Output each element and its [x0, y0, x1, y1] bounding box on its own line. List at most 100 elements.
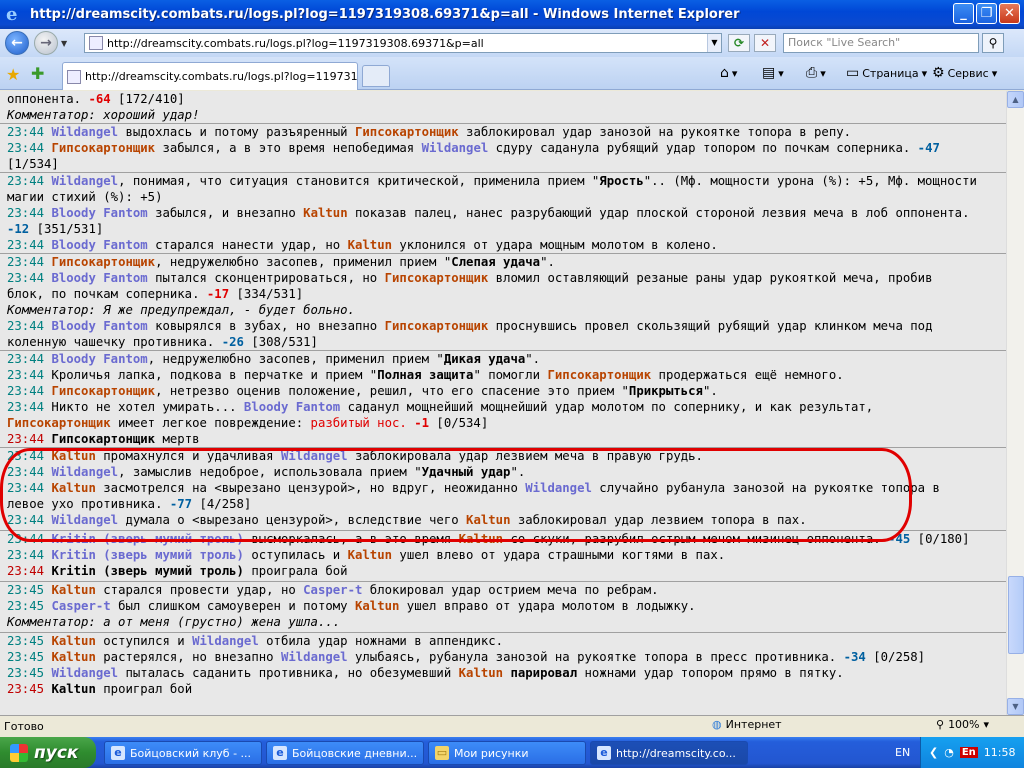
zoom-control[interactable]: ⚲ 100% ▾ [936, 718, 989, 731]
stop-icon: ✕ [759, 36, 771, 50]
new-tab-button[interactable] [362, 65, 390, 87]
fighter-name[interactable]: Kritin (зверь мумий троль) [51, 548, 244, 562]
fighter-name[interactable]: Kaltun [51, 682, 95, 696]
fighter-name[interactable]: Wildangel [51, 465, 118, 479]
scroll-thumb[interactable] [1008, 576, 1024, 654]
tray-arrow-icon[interactable]: ❮ [929, 746, 938, 759]
print-button[interactable]: ⎙ ▾ [806, 65, 826, 81]
scroll-down-button[interactable]: ▼ [1007, 698, 1024, 715]
printer-icon: ⎙ [806, 65, 818, 81]
fighter-name[interactable]: Wildangel [51, 666, 118, 680]
url-field[interactable]: http://dreamscity.combats.ru/logs.pl?log… [84, 33, 722, 53]
fighter-name[interactable]: Wildangel [192, 634, 259, 648]
taskbar-item-active[interactable]: e http://dreamscity.co... [590, 741, 748, 765]
damage-value: -1 [406, 416, 430, 430]
fighter-name[interactable]: Kaltun [348, 548, 392, 562]
log-text: ". [525, 352, 541, 366]
fighter-name[interactable]: Casper-t [51, 599, 110, 613]
fighter-name[interactable]: Гипсокартонщик [51, 432, 155, 446]
log-time: 23:45 [7, 650, 45, 664]
fighter-name[interactable]: Гипсокартонщик [51, 255, 155, 269]
fighter-name[interactable]: Wildangel [422, 141, 489, 155]
home-button[interactable]: ⌂ ▾ [720, 65, 737, 81]
log-text: выдохлась и потому разъяренный [118, 125, 355, 139]
log-text: ножнами удар топором прямо в пятку. [577, 666, 844, 680]
network-icon[interactable]: ◔ [944, 746, 954, 759]
fighter-name[interactable]: Casper-t [303, 583, 362, 597]
taskbar-item[interactable]: e Бойцовские дневни... [266, 741, 424, 765]
back-button[interactable]: ← [5, 31, 29, 55]
log-line: блок, по почкам соперника. -17 [334/531] [0, 286, 1006, 302]
fighter-name[interactable]: Гипсокартонщик [51, 384, 155, 398]
fighter-name[interactable]: Kaltun [303, 206, 347, 220]
fighter-name[interactable]: Kaltun [51, 583, 95, 597]
clock: 11:58 [983, 746, 1016, 759]
history-dropdown-icon[interactable]: ▼ [61, 39, 71, 48]
feeds-button[interactable]: ▤ ▾ [762, 65, 784, 81]
page-menu[interactable]: ▭ Страница ▾ [846, 65, 927, 81]
fighter-name[interactable]: Wildangel [51, 513, 118, 527]
fighter-name[interactable]: Гипсокартонщик [547, 368, 651, 382]
forward-button[interactable]: → [34, 31, 58, 55]
fighter-name[interactable]: Гипсокартонщик [385, 271, 489, 285]
add-favorite-icon[interactable]: ✚ [31, 64, 44, 83]
fighter-name[interactable]: Bloody Fantom [51, 238, 147, 252]
fighter-name[interactable]: Гипсокартонщик [385, 319, 489, 333]
log-text: " помогли [473, 368, 548, 382]
fighter-name[interactable]: Wildangel [281, 449, 348, 463]
fighter-name[interactable]: Kaltun [459, 532, 503, 546]
security-zone[interactable]: ◍ Интернет [712, 718, 782, 731]
fighter-name[interactable]: Kaltun [466, 513, 510, 527]
fighter-name[interactable]: Гипсокартонщик [7, 416, 111, 430]
close-button[interactable]: ✕ [999, 3, 1020, 24]
log-text: ". [540, 255, 555, 269]
fighter-name[interactable]: Wildangel [51, 174, 118, 188]
fighter-name[interactable]: Kaltun [51, 481, 95, 495]
tab-active[interactable]: http://dreamscity.combats.ru/logs.pl?log… [62, 62, 358, 90]
start-button[interactable]: пуск [0, 737, 96, 768]
ie-app-icon: e [597, 746, 611, 760]
fighter-name[interactable]: Kritin (зверь мумий троль) [51, 532, 244, 546]
url-text[interactable]: http://dreamscity.combats.ru/logs.pl?log… [107, 37, 707, 50]
fighter-name[interactable]: Bloody Fantom [51, 271, 147, 285]
log-line: 23:44 Kritin (зверь мумий троль) проигра… [0, 563, 1006, 579]
fighter-name[interactable]: Wildangel [281, 650, 348, 664]
fighter-name[interactable]: Гипсокартонщик [51, 141, 155, 155]
tab-bar: ★ ✚ http://dreamscity.combats.ru/logs.pl… [0, 57, 1024, 90]
fighter-name[interactable]: Kaltun [51, 634, 95, 648]
fighter-name[interactable]: Bloody Fantom [51, 352, 147, 366]
fighter-name[interactable]: Bloody Fantom [51, 319, 147, 333]
scroll-up-button[interactable]: ▲ [1007, 91, 1024, 108]
log-text: блок, по почкам соперника. [7, 287, 207, 301]
taskbar-item[interactable]: e Бойцовский клуб - ... [104, 741, 262, 765]
page-menu-icon: ▭ [846, 65, 860, 81]
fighter-name[interactable]: Kaltun [51, 650, 95, 664]
fighter-name[interactable]: Kaltun [355, 599, 399, 613]
log-time: 23:44 [7, 449, 45, 463]
log-text: ушел влево от удара страшными когтями в … [392, 548, 726, 562]
tools-menu[interactable]: ⚙ Сервис ▾ [932, 65, 997, 81]
fighter-name[interactable]: Bloody Fantom [244, 400, 340, 414]
search-input[interactable]: Поиск "Live Search" [783, 33, 979, 53]
url-dropdown-icon[interactable]: ▼ [707, 34, 721, 52]
vertical-scrollbar[interactable]: ▲ ▼ [1006, 91, 1024, 715]
fighter-name[interactable]: Kaltun [348, 238, 392, 252]
maximize-button[interactable]: ❐ [976, 3, 997, 24]
stop-button[interactable]: ✕ [754, 34, 776, 52]
log-line: 23:44 Bloody Fantom ковырялся в зубах, н… [0, 318, 1006, 334]
fighter-name[interactable]: Wildangel [525, 481, 592, 495]
taskbar-item[interactable]: ▭ Мои рисунки [428, 741, 586, 765]
favorites-star-icon[interactable]: ★ [6, 65, 20, 84]
keyboard-layout-badge[interactable]: En [959, 747, 978, 758]
fighter-name[interactable]: Bloody Fantom [51, 206, 147, 220]
fighter-name[interactable]: Гипсокартонщик [355, 125, 459, 139]
fighter-name[interactable]: Kaltun [51, 449, 95, 463]
search-button[interactable]: ⚲ [982, 33, 1004, 53]
language-indicator[interactable]: EN [895, 746, 910, 759]
minimize-button[interactable]: _ [953, 3, 974, 24]
skill-name: Удачный удар [421, 465, 511, 479]
fighter-name[interactable]: Kaltun [459, 666, 503, 680]
fighter-name[interactable]: Wildangel [51, 125, 118, 139]
fighter-name[interactable]: Kritin (зверь мумий троль) [51, 564, 244, 578]
refresh-button[interactable]: ⟳ [728, 34, 750, 52]
